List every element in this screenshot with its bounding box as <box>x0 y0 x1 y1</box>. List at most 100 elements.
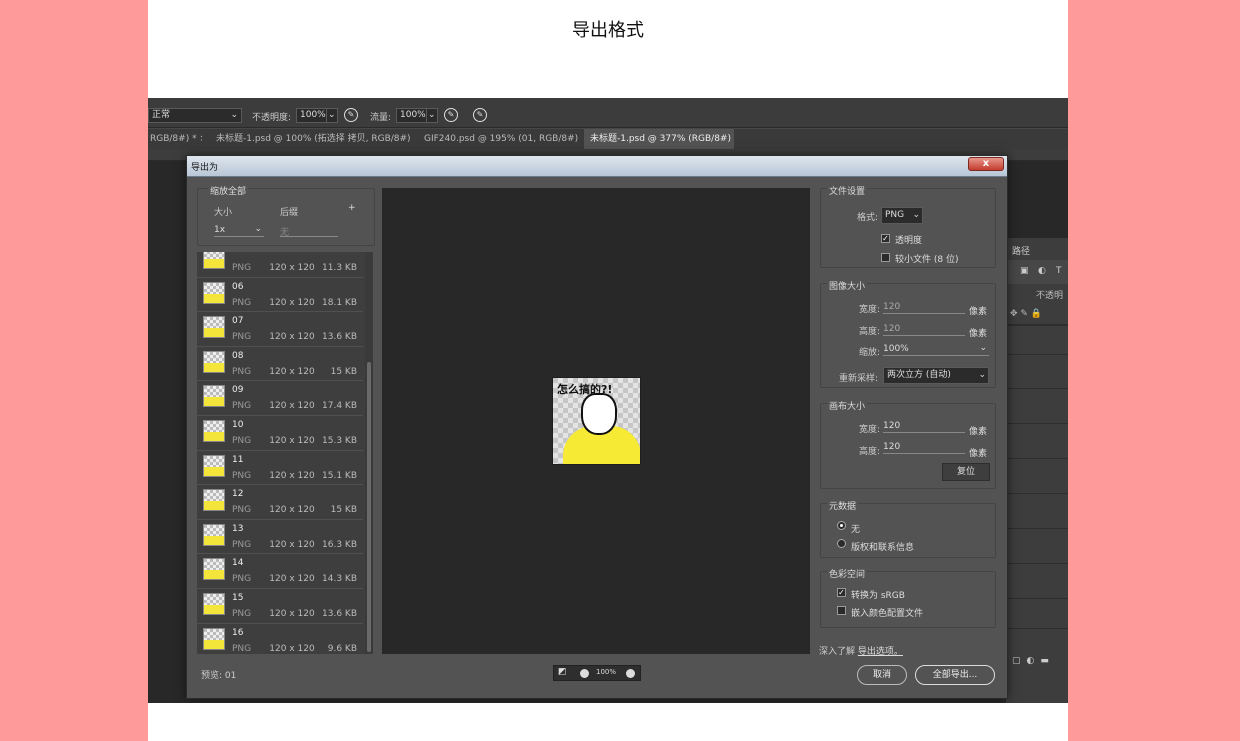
reset-button[interactable]: 复位 <box>942 463 990 481</box>
document-tab[interactable]: RGB/8#) * × <box>148 129 202 149</box>
tab-label: 未标题-1.psd @ 377% (RGB/8#) <box>590 134 731 144</box>
list-item[interactable]: 14 PNG 120 x 120 14.3 KB <box>197 554 363 589</box>
learn-more-link[interactable]: 导出选项。 <box>858 647 903 657</box>
asset-dimensions: 120 x 120 <box>269 643 315 654</box>
divider <box>1006 493 1068 494</box>
list-item[interactable]: 12 PNG 120 x 120 15 KB <box>197 485 363 520</box>
asset-name: 09 <box>232 385 244 396</box>
asset-filesize: 14.3 KB <box>322 574 357 585</box>
learn-more: 深入了解 导出选项。 <box>819 644 903 657</box>
asset-thumbnail <box>203 454 225 477</box>
list-item[interactable]: 15 PNG 120 x 120 13.6 KB <box>197 589 363 624</box>
export-as-dialog: 导出为 x 缩放全部 大小 后缀 + 1x ⌄ 无 PNG 120 x 120 … <box>186 155 1008 699</box>
page: 导出格式 正常 ⌄ 不透明度: 100% ⌄ ✎ 流量: 100% ⌄ ✎ ✎ … <box>148 0 1068 741</box>
pressure-opacity-icon[interactable]: ✎ <box>344 108 358 122</box>
asset-format: PNG <box>232 470 252 481</box>
format-select[interactable]: PNG ⌄ <box>881 207 923 224</box>
preview-image: 怎么搞的?! <box>552 377 641 465</box>
list-item[interactable]: 10 PNG 120 x 120 15.3 KB <box>197 416 363 451</box>
list-item[interactable]: 06 PNG 120 x 120 18.1 KB <box>197 278 363 313</box>
divider <box>1006 354 1068 355</box>
suffix-input[interactable]: 无 <box>280 225 338 238</box>
divider <box>1006 563 1068 564</box>
list-item[interactable]: PNG 120 x 120 11.3 KB <box>197 252 363 278</box>
transparency-checkbox[interactable]: ✓ <box>881 234 890 243</box>
dialog-title: 导出为 <box>191 163 219 173</box>
smaller-file-checkbox[interactable] <box>881 253 890 262</box>
fit-icon[interactable]: ◩ <box>558 667 567 677</box>
scale-select[interactable]: 100% ⌄ <box>883 343 989 356</box>
zoom-in-icon[interactable] <box>626 669 635 678</box>
blend-mode-select[interactable]: 正常 ⌄ <box>148 108 242 123</box>
text-icon[interactable]: T <box>1056 266 1062 276</box>
cancel-button[interactable]: 取消 <box>857 665 907 685</box>
size-label: 大小 <box>214 208 233 218</box>
asset-thumbnail <box>203 252 225 269</box>
layer-actions-icon[interactable]: ▢◐▬ <box>1012 656 1055 666</box>
width-input[interactable]: 120 <box>883 302 965 314</box>
asset-filesize: 15 KB <box>330 366 357 377</box>
embed-profile-checkbox[interactable] <box>837 606 846 615</box>
zoom-out-icon[interactable] <box>580 669 589 678</box>
panel-tab-paths[interactable]: 路径 <box>1012 244 1030 257</box>
lock-icon[interactable]: ✥ ✎ 🔒 <box>1010 309 1042 319</box>
list-item[interactable]: 08 PNG 120 x 120 15 KB <box>197 347 363 382</box>
add-scale-icon[interactable]: + <box>348 203 356 213</box>
document-tab-active[interactable]: 未标题-1.psd @ 377% (RGB/8#) × <box>584 129 734 149</box>
close-button[interactable]: x <box>968 157 1004 171</box>
asset-dimensions: 120 x 120 <box>269 366 315 377</box>
panel-toolbar: ▣ ◐ T <box>1006 260 1068 284</box>
divider <box>1006 388 1068 389</box>
pressure-size-icon[interactable]: ✎ <box>473 108 487 122</box>
canvas-width-unit: 像素 <box>969 427 988 437</box>
blend-mode-value: 正常 <box>152 110 171 120</box>
asset-thumbnail <box>203 627 225 650</box>
preview-label: 预览: 01 <box>201 671 237 681</box>
height-input[interactable]: 120 <box>883 324 965 336</box>
asset-dimensions: 120 x 120 <box>269 332 315 343</box>
options-bar: 正常 ⌄ 不透明度: 100% ⌄ ✎ 流量: 100% ⌄ ✎ ✎ <box>148 98 1068 128</box>
metadata-group: 元数据 无 版权和联系信息 <box>820 499 996 558</box>
canvas-height-input[interactable]: 120 <box>883 442 965 454</box>
flow-value: 100% <box>400 110 426 120</box>
asset-dimensions: 120 x 120 <box>269 263 315 273</box>
list-item[interactable]: 09 PNG 120 x 120 17.4 KB <box>197 381 363 416</box>
asset-name: 14 <box>232 558 244 569</box>
asset-name: 07 <box>232 316 244 327</box>
image-size-heading: 图像大小 <box>827 279 868 292</box>
metadata-none-radio[interactable] <box>837 521 846 530</box>
divider <box>1006 324 1068 326</box>
scrollbar-thumb[interactable] <box>367 362 371 652</box>
close-icon[interactable]: × <box>199 134 202 144</box>
list-item[interactable]: 13 PNG 120 x 120 16.3 KB <box>197 520 363 555</box>
export-all-button[interactable]: 全部导出... <box>915 665 995 685</box>
chevron-down-icon: ⌄ <box>912 210 920 220</box>
size-select[interactable]: 1x ⌄ <box>214 224 264 237</box>
asset-thumbnail <box>203 593 225 615</box>
tab-label: GIF240.psd @ 195% (01, RGB/8#) * <box>424 134 578 144</box>
asset-format: PNG <box>232 332 252 343</box>
list-item[interactable]: 11 PNG 120 x 120 15.1 KB <box>197 451 363 486</box>
list-item[interactable]: 16 PNG 120 x 120 9.6 KB <box>197 624 363 654</box>
format-value: PNG <box>885 210 905 220</box>
scale-label: 缩放: <box>859 348 881 358</box>
flow-label: 流量: <box>370 113 392 123</box>
convert-srgb-label: 转换为 sRGB <box>851 591 905 601</box>
flow-dropdown[interactable]: ⌄ <box>426 108 438 123</box>
convert-srgb-checkbox[interactable]: ✓ <box>837 588 846 597</box>
metadata-copyright-radio[interactable] <box>837 539 846 548</box>
opacity-dropdown[interactable]: ⌄ <box>326 108 338 123</box>
list-item[interactable]: 07 PNG 120 x 120 13.6 KB <box>197 312 363 347</box>
adjust-icon[interactable]: ◐ <box>1038 266 1046 276</box>
airbrush-icon[interactable]: ✎ <box>444 108 458 122</box>
document-tab[interactable]: 未标题-1.psd @ 100% (拓选择 拷贝, RGB/8#) × <box>210 129 410 149</box>
document-tab[interactable]: GIF240.psd @ 195% (01, RGB/8#) * × <box>418 129 578 149</box>
zoom-value: 100% <box>596 668 617 676</box>
resample-select[interactable]: 两次立方 (自动) ⌄ <box>883 367 989 384</box>
canvas-width-input[interactable]: 120 <box>883 421 965 433</box>
canvas-height-unit: 像素 <box>969 449 988 459</box>
canvas-width-label: 宽度: <box>859 425 881 435</box>
image-icon[interactable]: ▣ <box>1020 266 1029 276</box>
dialog-titlebar: 导出为 x <box>187 156 1007 177</box>
asset-name: 12 <box>232 489 244 500</box>
